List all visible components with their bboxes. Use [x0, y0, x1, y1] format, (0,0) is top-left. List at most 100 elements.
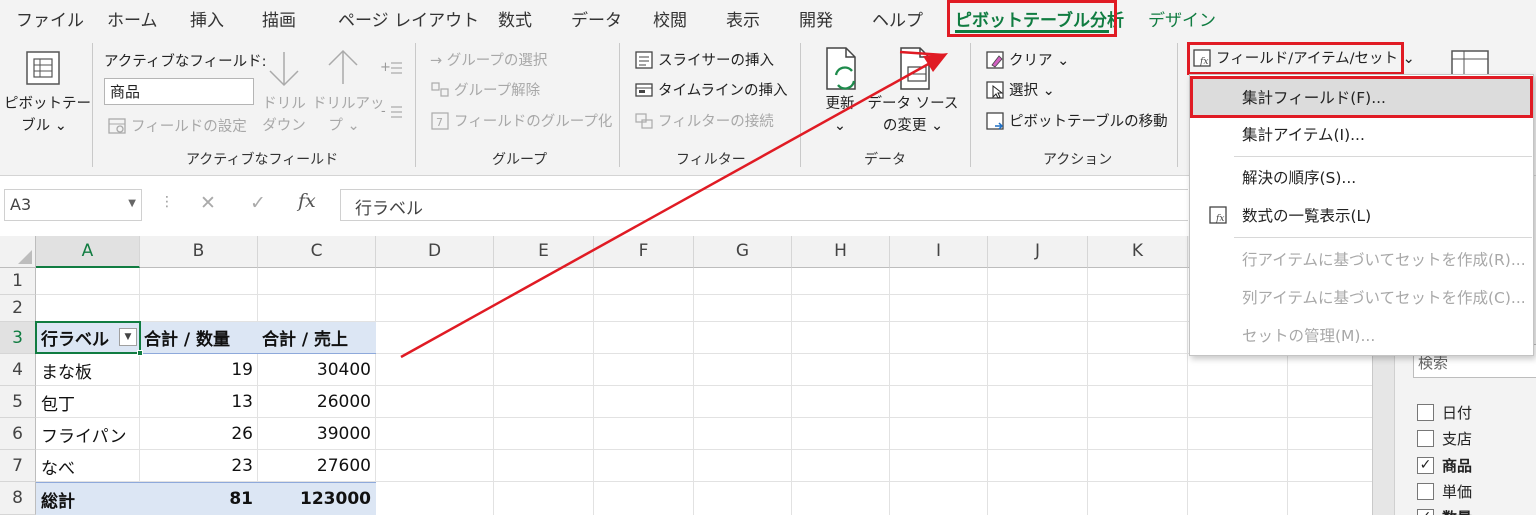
checkbox[interactable] [1417, 483, 1434, 500]
row-header-3[interactable]: 3 [0, 322, 36, 354]
insert-timeline-button[interactable]: タイムラインの挿入 [634, 79, 787, 100]
column-header-d[interactable]: D [376, 236, 494, 268]
column-header-j[interactable]: J [988, 236, 1088, 268]
checkbox[interactable] [1417, 404, 1434, 421]
row-labels-text: 行ラベル [41, 330, 109, 350]
column-header-f[interactable]: F [594, 236, 694, 268]
menu-separator [1234, 156, 1532, 157]
field-item-product[interactable]: ✓ 商品 [1417, 455, 1472, 476]
active-field-input[interactable] [104, 78, 254, 105]
field-item-quantity[interactable]: ✓ 数量 [1417, 507, 1472, 515]
tab-review[interactable]: 校閲 [653, 6, 687, 31]
column-header-g[interactable]: G [694, 236, 792, 268]
field-item-unit-price[interactable]: 単価 [1417, 481, 1472, 502]
checkbox-checked[interactable]: ✓ [1417, 509, 1434, 515]
row-header-8[interactable]: 8 [0, 482, 36, 515]
move-pivottable-button[interactable]: ピボットテーブルの移動 [985, 110, 1168, 131]
tab-data[interactable]: データ [571, 6, 622, 31]
checkbox[interactable] [1417, 430, 1434, 447]
change-source-label-2: の変更 ⌄ [882, 118, 944, 134]
menu-item-create-set-rows[interactable]: 行アイテムに基づいてセットを作成(R)... [1190, 241, 1533, 277]
group-selection-button[interactable]: → グループの選択 [430, 49, 547, 70]
expand-field-icon[interactable]: + [380, 59, 404, 79]
insert-slicer-button[interactable]: スライサーの挿入 [634, 49, 774, 70]
filter-dropdown-icon[interactable]: ▼ [119, 328, 137, 346]
filter-connections-button[interactable]: フィルターの接続 [634, 110, 774, 131]
drill-down-label-1: ドリル [262, 96, 306, 112]
menu-item-manage-sets[interactable]: セットの管理(M)... [1190, 317, 1533, 353]
menu-item-calculated-item[interactable]: 集計アイテム(I)... [1190, 116, 1533, 152]
tab-design[interactable]: デザイン [1148, 6, 1216, 31]
row-header-7[interactable]: 7 [0, 450, 36, 482]
group-field-button[interactable]: 7 フィールドのグループ化 [430, 110, 612, 131]
cancel-icon[interactable]: ✕ [200, 192, 216, 214]
name-box[interactable]: A3 ▼ [4, 189, 142, 221]
enter-icon[interactable]: ✓ [250, 192, 266, 214]
select-button[interactable]: 選択 ⌄ [985, 79, 1055, 100]
pivot-grand-total-value[interactable]: 81 [140, 482, 258, 515]
tab-draw[interactable]: 描画 [262, 6, 296, 31]
checkbox-checked[interactable]: ✓ [1417, 457, 1434, 474]
chevron-down-icon[interactable]: ▼ [128, 198, 136, 209]
tab-page-layout[interactable]: ページ レイアウト [338, 6, 479, 31]
row-header-5[interactable]: 5 [0, 386, 36, 418]
insert-function-icon[interactable]: fx [298, 190, 316, 212]
tab-developer[interactable]: 開発 [799, 6, 833, 31]
column-header-e[interactable]: E [494, 236, 594, 268]
menu-item-solve-order[interactable]: 解決の順序(S)... [1190, 159, 1533, 195]
pivot-column-header[interactable]: 合計 / 売上 [258, 322, 376, 354]
ribbon-separator [970, 43, 971, 167]
menu-item-list-formulas[interactable]: fx 数式の一覧表示(L) [1190, 197, 1533, 233]
pivot-row-labels-header[interactable]: 行ラベル ▼ [36, 322, 140, 354]
tab-home[interactable]: ホーム [107, 6, 158, 31]
pivot-row-label[interactable]: 包丁 [36, 386, 140, 418]
filter-connections-icon [635, 112, 653, 129]
pivot-value-cell[interactable]: 19 [140, 354, 258, 386]
column-header-k[interactable]: K [1088, 236, 1188, 268]
arrow-down-icon [269, 52, 299, 87]
column-header-h[interactable]: H [792, 236, 890, 268]
tab-view[interactable]: 表示 [726, 6, 760, 31]
pivot-value-cell[interactable]: 27600 [258, 450, 376, 482]
pivot-row-label[interactable]: まな板 [36, 354, 140, 386]
fields-items-sets-button[interactable]: fx フィールド/アイテム/セット ⌄ [1192, 47, 1415, 68]
gridline [889, 268, 890, 515]
pivot-row-label[interactable]: フライパン [36, 418, 140, 450]
row-header-2[interactable]: 2 [0, 295, 36, 322]
tab-insert[interactable]: 挿入 [190, 6, 224, 31]
field-item-branch[interactable]: 支店 [1417, 428, 1472, 449]
pivot-value-cell[interactable]: 30400 [258, 354, 376, 386]
pivot-row-label[interactable]: なべ [36, 450, 140, 482]
column-header-b[interactable]: B [140, 236, 258, 268]
row-header-6[interactable]: 6 [0, 418, 36, 450]
column-header-i[interactable]: I [890, 236, 988, 268]
pivot-grand-total-label[interactable]: 総計 [36, 482, 140, 515]
drill-up-label-1: ドリルアッ [312, 96, 385, 112]
menu-item-create-set-columns[interactable]: 列アイテムに基づいてセットを作成(C)... [1190, 279, 1533, 315]
pivot-value-cell[interactable]: 23 [140, 450, 258, 482]
column-header-a[interactable]: A [36, 236, 140, 268]
pivot-value-cell[interactable]: 39000 [258, 418, 376, 450]
row-header-1[interactable]: 1 [0, 268, 36, 295]
field-settings-button[interactable]: フィールドの設定 [107, 115, 247, 136]
formula-input[interactable]: 行ラベル [340, 189, 1188, 221]
pivot-column-header[interactable]: 合計 / 数量 [140, 322, 258, 354]
pivot-grand-total-value[interactable]: 123000 [258, 482, 376, 515]
pivot-value-cell[interactable]: 26 [140, 418, 258, 450]
ungroup-button[interactable]: グループ解除 [430, 79, 540, 100]
fill-handle[interactable] [137, 350, 143, 356]
tab-pivottable-analyze[interactable]: ピボットテーブル分析 [955, 6, 1124, 31]
pivot-value-cell[interactable]: 13 [140, 386, 258, 418]
menu-item-calculated-field[interactable]: 集計フィールド(F)... [1190, 79, 1533, 115]
field-item-date[interactable]: 日付 [1417, 402, 1472, 423]
pivot-value-cell[interactable]: 26000 [258, 386, 376, 418]
collapse-field-icon[interactable]: - [380, 103, 404, 123]
select-all-corner[interactable] [0, 236, 36, 268]
gridline [36, 294, 1372, 295]
column-header-c[interactable]: C [258, 236, 376, 268]
tab-file[interactable]: ファイル [16, 6, 84, 31]
tab-help[interactable]: ヘルプ [872, 6, 923, 31]
tab-formulas[interactable]: 数式 [498, 6, 532, 31]
clear-button[interactable]: クリア ⌄ [985, 49, 1069, 70]
row-header-4[interactable]: 4 [0, 354, 36, 386]
